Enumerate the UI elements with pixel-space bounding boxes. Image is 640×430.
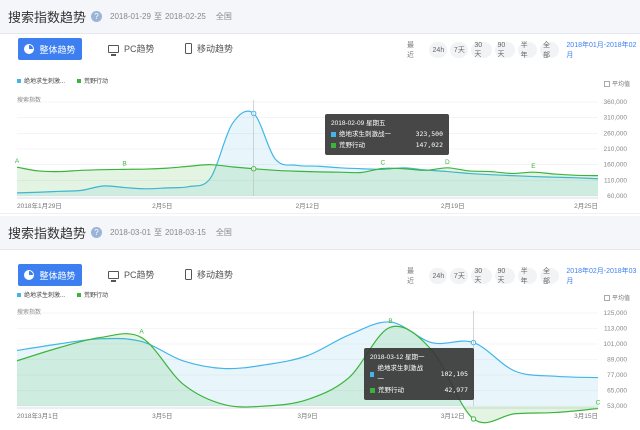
x-tick-label: 2月25日 <box>574 202 598 210</box>
x-tick-label: 2月12日 <box>296 202 320 210</box>
x-tick-label: 2月5日 <box>152 202 172 210</box>
event-marker: B <box>122 160 126 167</box>
x-tick-label: 2018年1月29日 <box>17 201 62 210</box>
y-tick-label: 210,000 <box>604 146 628 153</box>
y-tick-label: 125,000 <box>604 310 628 317</box>
tooltip-date: 2018-02-09 星期五 <box>331 120 386 127</box>
y-tick-label: 110,000 <box>604 177 627 184</box>
y-tick-label: 101,000 <box>604 341 628 348</box>
x-tick-label: 2月19日 <box>441 202 465 210</box>
y-tick-label: 260,000 <box>604 130 628 137</box>
y-tick-label: 89,000 <box>607 357 627 364</box>
event-marker: B <box>388 318 392 325</box>
x-tick-label: 2018年3月1日 <box>17 411 58 420</box>
event-marker: A <box>15 158 20 165</box>
y-tick-label: 60,000 <box>607 193 627 200</box>
y-tick-label: 113,000 <box>604 326 627 333</box>
y-tick-label: 310,000 <box>604 115 628 122</box>
y-tick-label: 65,000 <box>607 388 627 395</box>
x-tick-label: 3月12日 <box>441 412 465 420</box>
trend-chart[interactable]: 125,000 113,000 101,000 89,000 77,000 65,000 5… <box>0 216 640 430</box>
plot-area: 360,000 310,000 260,000 210,000 160,000 110,0… <box>15 99 628 210</box>
event-marker: C <box>596 400 601 407</box>
panel-divider <box>0 213 640 214</box>
y-tick-label: 160,000 <box>604 162 628 169</box>
x-tick-label: 3月15日 <box>574 412 598 420</box>
x-tick-label: 3月5日 <box>152 412 172 420</box>
chart-tooltip: 2018-03-12 星期一 绝地求生刺激战一 102,105 荒野行动 42,97… <box>364 348 474 400</box>
trend-panel-2: 搜索指数趋势 ? 2018-03-01 至 2018-03-15 全国 整体趋势… <box>0 216 640 430</box>
highlight-point <box>470 416 477 422</box>
event-marker: E <box>531 163 536 170</box>
x-tick-label: 3月9日 <box>297 412 317 420</box>
trend-chart[interactable]: 360,000 310,000 260,000 210,000 160,000 110,0… <box>0 0 640 214</box>
event-marker: D <box>445 159 450 166</box>
tooltip-row-a: 绝地求生刺激战一 102,105 <box>370 363 468 385</box>
y-tick-label: 360,000 <box>604 99 628 106</box>
tooltip-date: 2018-03-12 星期一 <box>370 354 425 361</box>
plot-area: 125,000 113,000 101,000 89,000 77,000 65,000 5… <box>16 310 628 424</box>
trend-panel-1: 搜索指数趋势 ? 2018-01-29 至 2018-02-25 全国 整体趋势… <box>0 0 640 214</box>
tooltip-row-b: 荒野行动 42,977 <box>370 385 468 396</box>
tooltip-row-a: 绝地求生刺激战一 323,500 <box>331 129 443 140</box>
tooltip-row-b: 荒野行动 147,022 <box>331 140 443 151</box>
y-tick-label: 53,000 <box>607 403 627 410</box>
event-marker: C <box>380 159 385 166</box>
chart-tooltip: 2018-02-09 星期五 绝地求生刺激战一 323,500 荒野行动 147,0… <box>325 114 449 155</box>
event-marker: A <box>139 329 144 336</box>
y-tick-label: 77,000 <box>607 372 627 379</box>
